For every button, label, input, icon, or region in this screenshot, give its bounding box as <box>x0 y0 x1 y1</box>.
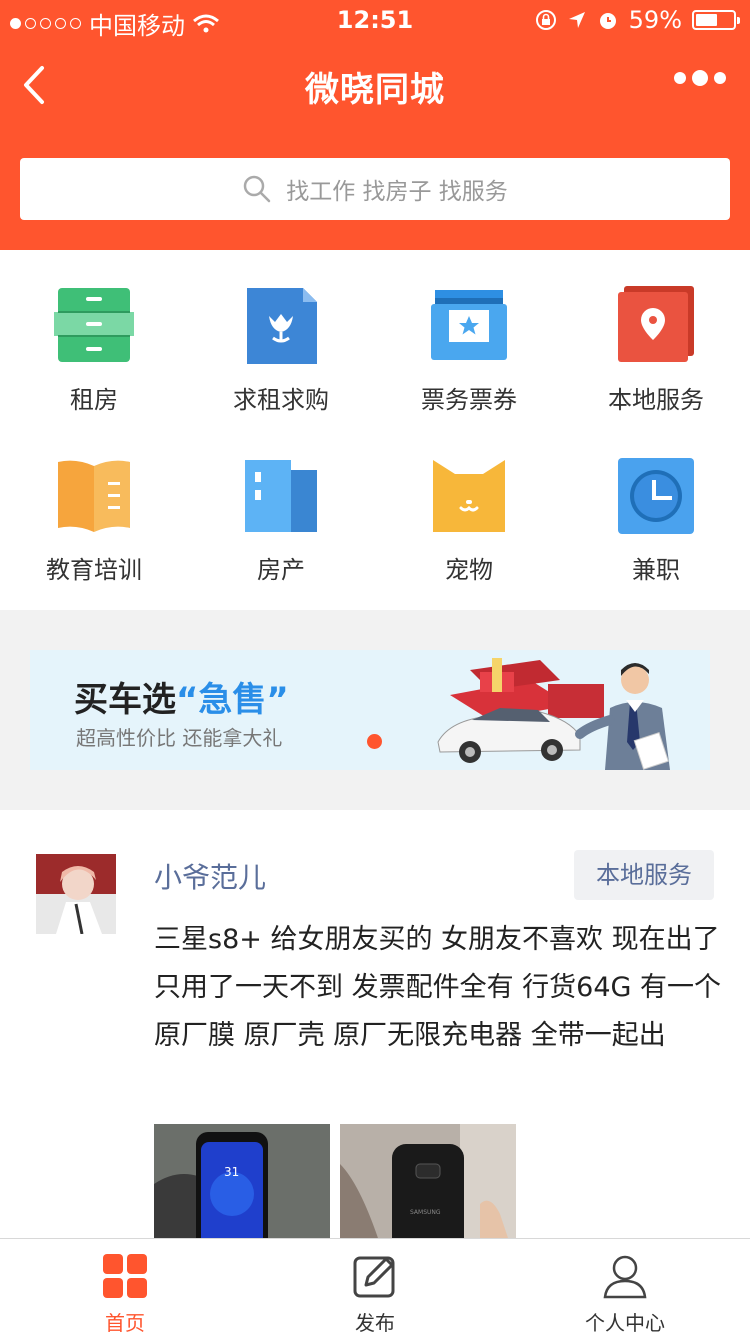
phone-front-photo: 31 <box>154 1124 330 1238</box>
category-label: 票务票券 <box>421 386 517 414</box>
status-right: 59% <box>535 6 740 34</box>
category-label: 房产 <box>257 556 305 584</box>
category-label: 兼职 <box>632 556 680 584</box>
tab-profile[interactable]: 个人中心 <box>500 1239 750 1335</box>
rotation-lock-icon <box>535 10 556 30</box>
category-pets[interactable]: 宠物 <box>375 420 563 590</box>
post-photos: 31 SAMSUNG <box>154 1124 516 1238</box>
search-input[interactable]: 找工作 找房子 找服务 <box>20 158 730 220</box>
category-real-estate[interactable]: 房产 <box>187 420 375 590</box>
post-photo[interactable]: SAMSUNG <box>340 1124 516 1238</box>
category-rent[interactable]: 租房 <box>0 250 188 420</box>
edit-icon <box>353 1256 395 1298</box>
category-local-service[interactable]: 本地服务 <box>562 250 750 420</box>
home-grid-icon <box>103 1254 147 1298</box>
post-card[interactable]: 小爷范儿 本地服务 三星s8+ 给女朋友买的 女朋友不喜欢 现在出了只用了一天不… <box>0 810 750 1238</box>
open-book-icon <box>58 460 130 532</box>
category-grid: 租房 求租求购 票务票券 本地服务 教育培训 房产 宠物 兼职 <box>0 250 750 610</box>
banner-title-highlight: “急售” <box>176 680 289 720</box>
category-label: 本地服务 <box>608 386 704 414</box>
clock-icon <box>618 458 694 534</box>
tab-bar: 首页 发布 个人中心 <box>0 1238 750 1335</box>
page-title: 微晓同城 <box>305 70 445 110</box>
banner-title: 买车选“急售” <box>74 672 289 721</box>
category-wanted[interactable]: 求租求购 <box>187 250 375 420</box>
search-icon <box>243 175 271 203</box>
banner-subtitle: 超高性价比 还能拿大礼 <box>76 726 283 750</box>
category-label: 求租求购 <box>233 386 329 414</box>
avatar[interactable] <box>36 854 116 934</box>
category-education[interactable]: 教育培训 <box>0 420 188 590</box>
location-arrow-icon <box>568 12 585 28</box>
category-part-time[interactable]: 兼职 <box>562 420 750 590</box>
category-label: 教育培训 <box>46 556 142 584</box>
post-content: 三星s8+ 给女朋友买的 女朋友不喜欢 现在出了只用了一天不到 发票配件全有 行… <box>154 924 722 1051</box>
cat-face-icon <box>433 460 505 532</box>
map-pin-icon <box>618 286 694 362</box>
tab-label: 首页 <box>105 1311 145 1335</box>
battery-fill <box>696 14 718 26</box>
more-button[interactable] <box>674 70 726 86</box>
avatar-image <box>36 854 116 934</box>
svg-text:SAMSUNG: SAMSUNG <box>410 1209 441 1216</box>
category-tickets[interactable]: 票务票券 <box>375 250 563 420</box>
category-label: 宠物 <box>445 556 493 584</box>
battery-icon <box>692 10 740 30</box>
more-dots-icon <box>674 72 686 84</box>
phone-back-photo: SAMSUNG <box>340 1124 516 1238</box>
tab-home[interactable]: 首页 <box>0 1239 250 1335</box>
category-label: 租房 <box>70 386 118 414</box>
promo-banner[interactable]: 买车选“急售” 超高性价比 还能拿大礼 <box>30 650 710 770</box>
tab-label: 发布 <box>355 1311 395 1335</box>
battery-percent: 59% <box>628 6 682 34</box>
banner-title-prefix: 买车选 <box>74 680 176 720</box>
user-icon <box>603 1255 647 1299</box>
carousel-indicator[interactable] <box>367 734 382 749</box>
svg-text:31: 31 <box>224 1165 239 1179</box>
drawer-cabinet-icon <box>54 288 134 362</box>
post-author[interactable]: 小爷范儿 <box>154 856 266 896</box>
search-area: 找工作 找房子 找服务 <box>0 130 750 250</box>
ticket-star-icon <box>431 290 507 360</box>
tulip-document-icon <box>247 288 317 364</box>
post-photo[interactable]: 31 <box>154 1124 330 1238</box>
building-icon <box>245 460 317 532</box>
search-placeholder: 找工作 找房子 找服务 <box>286 179 508 205</box>
car-gift-illustration <box>437 658 670 770</box>
alarm-icon <box>599 13 616 29</box>
status-bar: 中国移动 12:51 59% <box>0 0 750 40</box>
nav-bar: 微晓同城 <box>0 40 750 130</box>
tab-publish[interactable]: 发布 <box>250 1239 500 1335</box>
tab-label: 个人中心 <box>585 1311 665 1335</box>
post-category-tag[interactable]: 本地服务 <box>574 850 714 900</box>
